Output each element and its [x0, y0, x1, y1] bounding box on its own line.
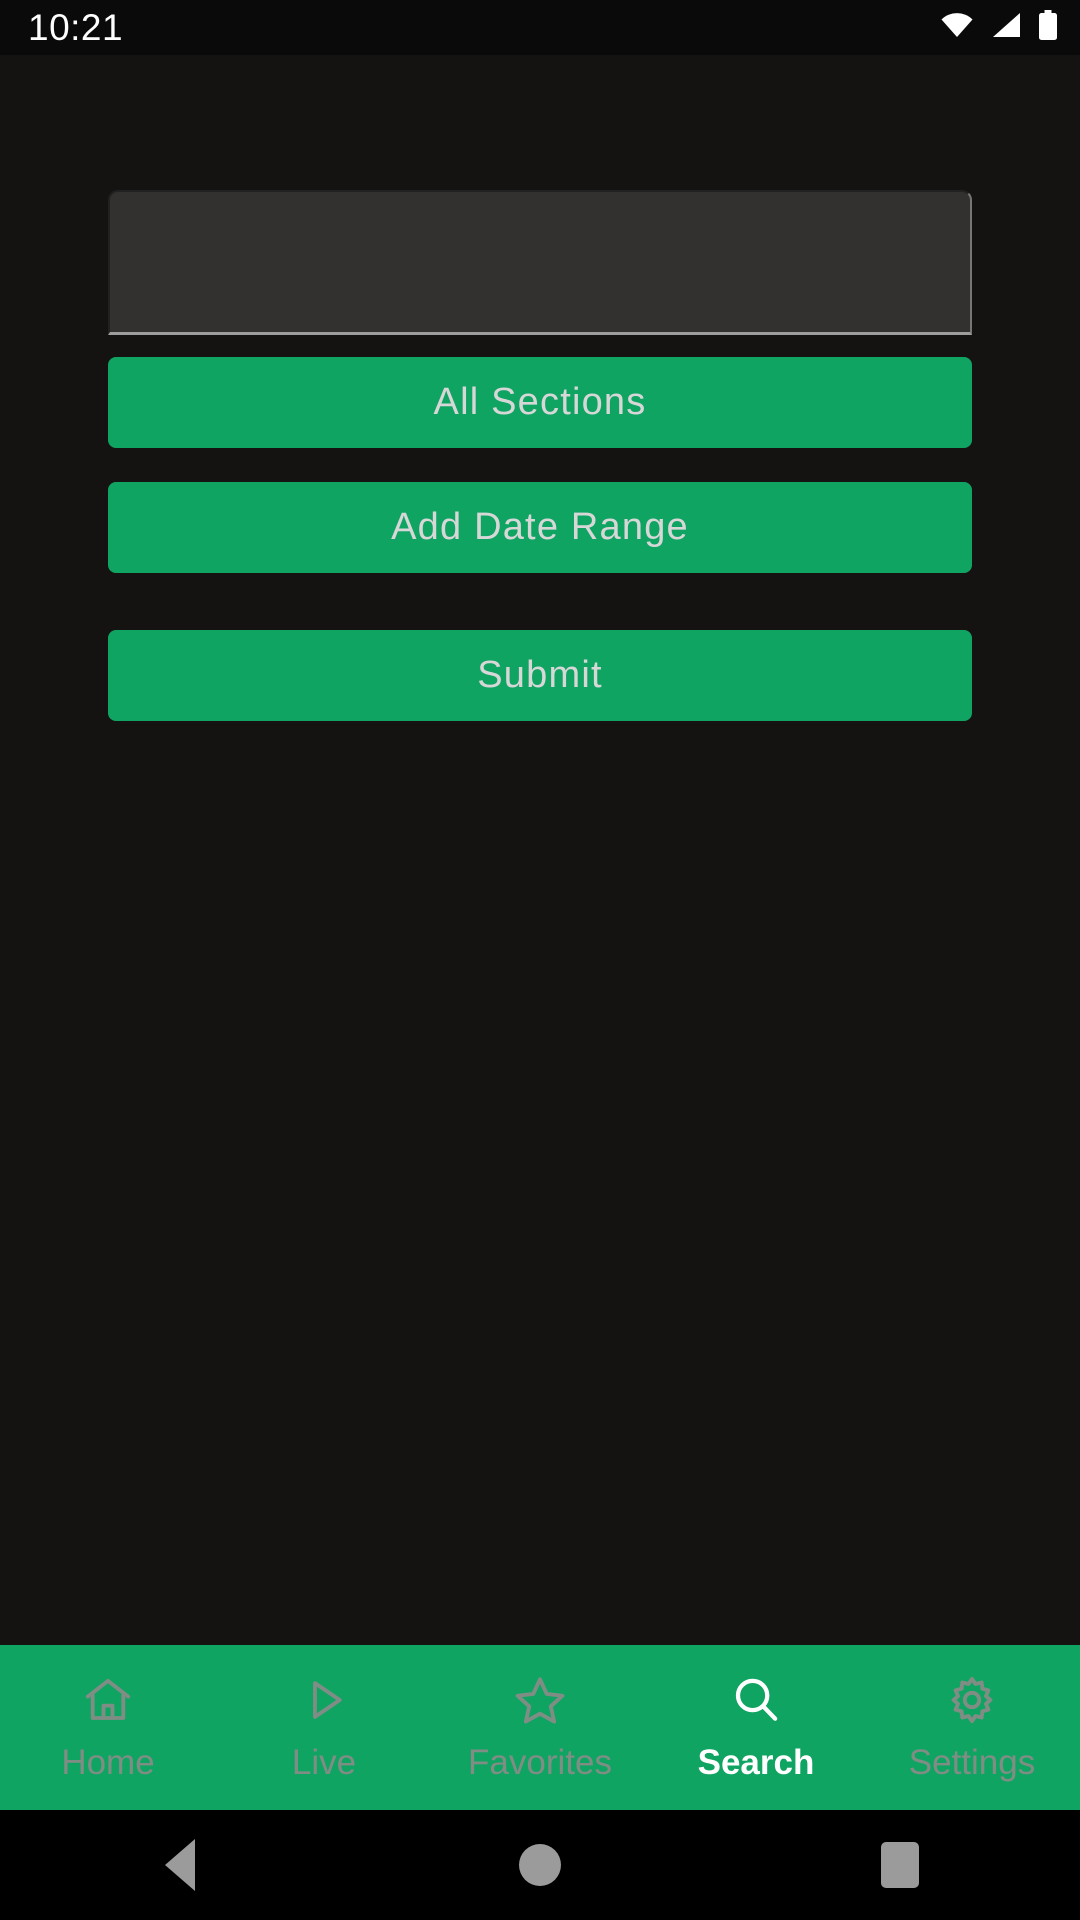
search-screen-content: All Sections Add Date Range Submit: [0, 55, 1080, 1645]
search-icon: [729, 1673, 783, 1727]
search-query-input[interactable]: [108, 190, 972, 335]
play-icon: [297, 1673, 351, 1727]
wifi-icon: [940, 12, 974, 43]
submit-button[interactable]: Submit: [108, 630, 972, 721]
battery-icon: [1038, 10, 1058, 45]
status-clock: 10:21: [28, 6, 124, 48]
home-circle-icon: [519, 1844, 561, 1886]
status-icons: [940, 10, 1058, 45]
home-button[interactable]: [450, 1810, 630, 1920]
tab-search[interactable]: Search: [648, 1645, 864, 1810]
tab-home[interactable]: Home: [0, 1645, 216, 1810]
cellular-signal-icon: [991, 12, 1021, 43]
add-date-range-button[interactable]: Add Date Range: [108, 482, 972, 573]
tab-label-home: Home: [61, 1742, 155, 1782]
tab-favorites[interactable]: Favorites: [432, 1645, 648, 1810]
bottom-tab-bar: Home Live Favorites Search Settings: [0, 1645, 1080, 1810]
tab-label-settings: Settings: [908, 1742, 1036, 1782]
tab-settings[interactable]: Settings: [864, 1645, 1080, 1810]
back-button[interactable]: [90, 1810, 270, 1920]
tab-label-favorites: Favorites: [468, 1742, 612, 1782]
status-bar: 10:21: [0, 0, 1080, 55]
tab-live[interactable]: Live: [216, 1645, 432, 1810]
system-navigation-bar: [0, 1810, 1080, 1920]
recents-square-icon: [881, 1842, 919, 1888]
all-sections-button[interactable]: All Sections: [108, 357, 972, 448]
back-triangle-icon: [165, 1839, 195, 1891]
home-icon: [81, 1673, 135, 1727]
star-icon: [513, 1673, 567, 1727]
phone-screen: 10:21 All Sections Add Date Range Submit…: [0, 0, 1080, 1920]
gear-icon: [945, 1673, 999, 1727]
tab-label-live: Live: [291, 1742, 357, 1782]
tab-label-search: Search: [697, 1742, 815, 1782]
recents-button[interactable]: [810, 1810, 990, 1920]
